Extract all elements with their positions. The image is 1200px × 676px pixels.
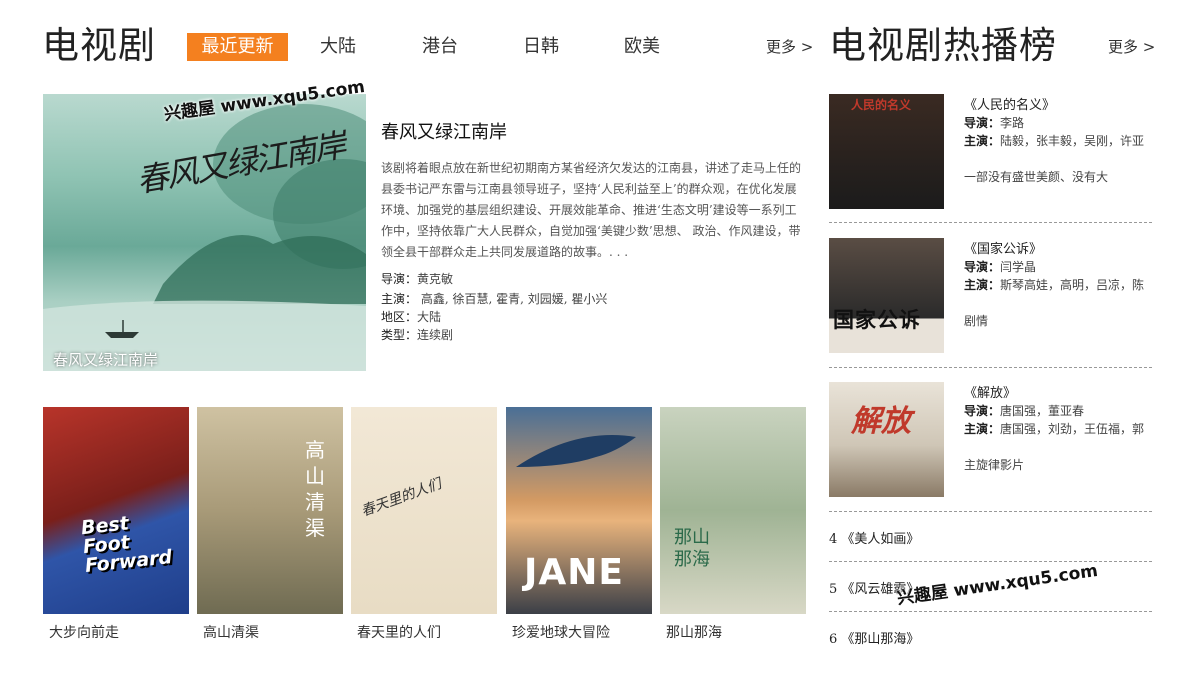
tab-latest[interactable]: 最近更新 [187, 33, 288, 61]
region-value: 大陆 [417, 310, 442, 324]
feature-director: 导演：黄克敏 [381, 270, 453, 287]
tab-western[interactable]: 欧美 [619, 33, 665, 61]
cast-label: 主演： [964, 134, 1001, 148]
feature-cast: 主演： 高鑫, 徐百慧, 霍青, 刘园媛, 瞿小兴 [381, 290, 607, 307]
director-label: 导演： [964, 260, 1001, 274]
cast-label: 主演： [381, 292, 418, 306]
feature-title[interactable]: 春风又绿江南岸 [381, 118, 507, 144]
poster-art-text: 国家公诉 [833, 308, 921, 332]
rank-note-1: 一部没有盛世美颜、没有大 [964, 170, 1109, 184]
rank-director-2: 导演：闫学晶 [964, 258, 1036, 275]
director-value: 黄克敏 [417, 272, 454, 286]
director-label: 导演： [381, 272, 418, 286]
divider [829, 561, 1152, 562]
thumbnail-poster-3[interactable]: 春天里的人们 [351, 407, 497, 614]
section-title: 电视剧 [42, 24, 156, 67]
ranking-more-link[interactable]: 更多 > [1108, 36, 1155, 57]
tab-jp-kr[interactable]: 日韩 [518, 33, 564, 61]
tab-mainland[interactable]: 大陆 [315, 33, 361, 61]
thumbnail-title-2[interactable]: 高山清渠 [203, 622, 259, 642]
rank-title-3[interactable]: 《解放》 [964, 382, 1016, 401]
poster-art-text: 人民的名义 [851, 98, 912, 112]
director-value: 闫学晶 [1000, 260, 1037, 274]
genre-label: 类型： [381, 328, 418, 342]
rank-item-4[interactable]: 4 《美人如画》 [829, 528, 919, 547]
rank-cast-1: 主演：陆毅，张丰毅，吴刚，许亚 [964, 132, 1144, 149]
rank-note-2: 剧情 [964, 314, 989, 328]
director-value: 唐国强，董亚春 [1000, 404, 1085, 418]
poster-art-text: 那山那海 [674, 527, 710, 570]
director-value: 李路 [1000, 116, 1025, 130]
poster-art-text: JANE [524, 552, 624, 593]
thumbnail-title-4[interactable]: 珍爱地球大冒险 [512, 622, 610, 642]
cast-value: 高鑫, 徐百慧, 霍青, 刘园媛, 瞿小兴 [420, 292, 608, 306]
rank-director-1: 导演：李路 [964, 114, 1024, 131]
tab-hk-tw[interactable]: 港台 [417, 33, 463, 61]
genre-value: 连续剧 [417, 328, 454, 342]
thumbnail-poster-4[interactable]: JANE [506, 407, 652, 614]
poster-art-text: Best Foot Forward [80, 512, 174, 578]
poster-art-text: 解放 [851, 404, 911, 439]
region-label: 地区： [381, 310, 418, 324]
divider [829, 367, 1152, 368]
rank-poster-2[interactable]: 国家公诉 [829, 238, 944, 353]
thumbnail-poster-2[interactable]: 高山清渠 [197, 407, 343, 614]
more-link[interactable]: 更多 > [766, 36, 813, 57]
divider [829, 611, 1152, 612]
cast-value: 陆毅，张丰毅，吴刚，许亚 [1000, 134, 1145, 148]
thumbnail-title-3[interactable]: 春天里的人们 [357, 622, 441, 642]
feature-region: 地区：大陆 [381, 308, 441, 325]
cast-value: 斯琴高娃，高明，吕凉，陈 [1000, 278, 1145, 292]
director-label: 导演： [964, 404, 1001, 418]
divider [829, 511, 1152, 512]
divider [829, 222, 1152, 223]
feature-poster[interactable]: 春风又绿江南岸 春风又绿江南岸 [43, 94, 366, 371]
feature-description: 该剧将着眼点放在新世纪初期南方某省经济欠发达的江南县，讲述了走马上任的县委书记严… [381, 161, 802, 259]
thumbnail-title-5[interactable]: 那山那海 [666, 622, 722, 642]
rank-title-1[interactable]: 《人民的名义》 [964, 94, 1055, 113]
rank-cast-3: 主演：唐国强，刘劲，王伍福，郭 [964, 420, 1144, 437]
thumbnail-title-1[interactable]: 大步向前走 [49, 622, 119, 642]
rank-director-3: 导演：唐国强，董亚春 [964, 402, 1084, 419]
poster-art-text: 高山清渠 [305, 438, 325, 540]
cast-value: 唐国强，刘劲，王伍福，郭 [1000, 422, 1145, 436]
rank-item-6[interactable]: 6 《那山那海》 [829, 628, 919, 647]
director-label: 导演： [964, 116, 1001, 130]
rank-note-3: 主旋律影片 [964, 458, 1025, 472]
rank-poster-3[interactable]: 解放 [829, 382, 944, 497]
ranking-title: 电视剧热播榜 [829, 24, 1057, 67]
rank-poster-1[interactable]: 人民的名义 [829, 94, 944, 209]
poster-art-text: 春天里的人们 [359, 476, 444, 520]
rank-cast-2: 主演：斯琴高娃，高明，吕凉，陈 [964, 276, 1144, 293]
cast-label: 主演： [964, 278, 1001, 292]
poster-caption: 春风又绿江南岸 [53, 351, 159, 369]
feature-genre: 类型：连续剧 [381, 326, 453, 343]
thumbnail-poster-5[interactable]: 那山那海 [660, 407, 806, 614]
rank-title-2[interactable]: 《国家公诉》 [964, 238, 1042, 257]
cast-label: 主演： [964, 422, 1001, 436]
watermark: 兴趣屋 www.xqu5.com [895, 560, 1100, 609]
thumbnail-poster-1[interactable]: Best Foot Forward [43, 407, 189, 614]
